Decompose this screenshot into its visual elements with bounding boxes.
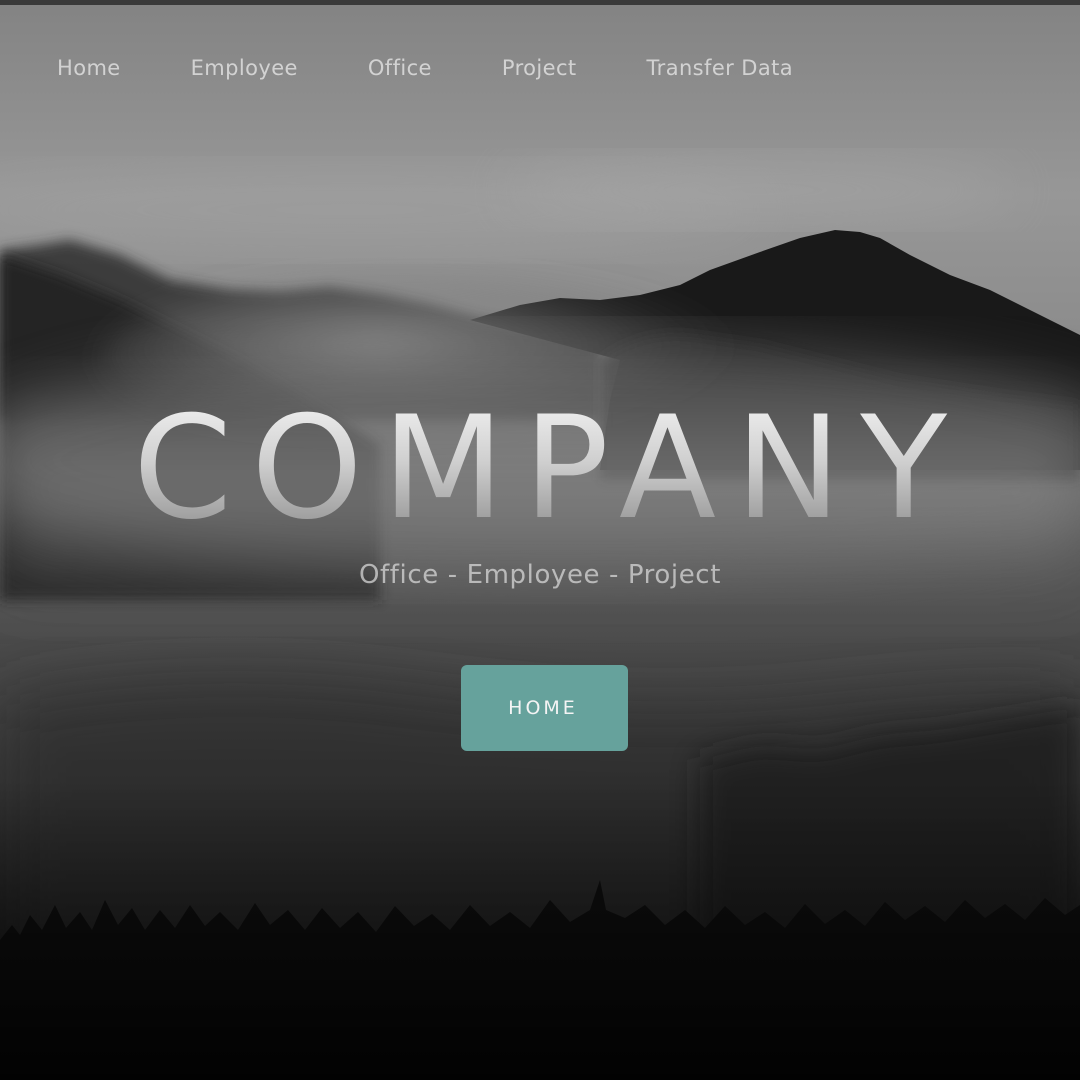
home-button[interactable]: HOME <box>461 665 628 751</box>
brand-title: COMPANY <box>0 398 1080 540</box>
hero-subtitle: Office - Employee - Project <box>358 560 722 590</box>
nav-item-office[interactable]: Office <box>368 56 432 80</box>
nav-item-employee[interactable]: Employee <box>191 56 298 80</box>
nav-item-project[interactable]: Project <box>502 56 577 80</box>
main-navigation: Home Employee Office Project Transfer Da… <box>57 50 793 86</box>
landing-page: Home Employee Office Project Transfer Da… <box>0 0 1080 1080</box>
window-top-bar <box>0 0 1080 5</box>
nav-item-home[interactable]: Home <box>57 56 121 80</box>
nav-item-transfer-data[interactable]: Transfer Data <box>647 56 793 80</box>
